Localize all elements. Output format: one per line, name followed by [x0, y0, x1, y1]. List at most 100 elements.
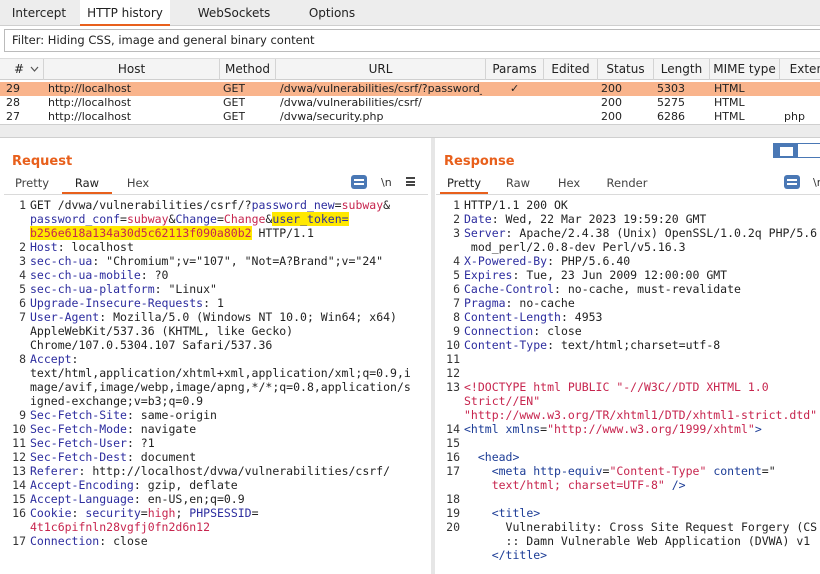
response-line: 15: [438, 436, 820, 450]
request-line: igned-exchange;v=b3;q=0.9: [4, 394, 428, 408]
column-header-number[interactable]: #: [0, 59, 44, 80]
code-token: : PHP/5.6.40: [547, 254, 631, 268]
code-token: PHPSESSID: [189, 506, 252, 520]
line-number: 17: [446, 464, 460, 478]
code-token: : no-cache, must-revalidate: [554, 282, 741, 296]
code-token: subway: [126, 212, 169, 226]
code-token: <head>: [477, 450, 520, 464]
row-length: 5303: [657, 82, 685, 95]
request-tab-raw[interactable]: Raw: [62, 172, 112, 194]
code-token: : document: [126, 450, 197, 464]
response-newline-toggle[interactable]: \n: [813, 176, 820, 189]
request-line: password_conf=subway&Change=Change&user_…: [4, 212, 428, 226]
code-token: Cache-Control: [464, 282, 555, 296]
tab-options[interactable]: Options: [302, 0, 362, 26]
column-header-extension[interactable]: Extens: [780, 59, 820, 80]
line-number: 10: [12, 422, 26, 436]
column-header-status[interactable]: Status: [598, 59, 654, 80]
response-line: 19 <title>: [438, 506, 820, 520]
line-number: 3: [453, 226, 460, 240]
row-host: http://localhost: [48, 110, 132, 122]
response-tab-render[interactable]: Render: [598, 172, 656, 194]
request-line: 7 User-Agent: Mozilla/5.0 (Windows NT 10.…: [4, 310, 428, 324]
request-newline-toggle[interactable]: \n: [381, 176, 392, 189]
column-header-mime-type[interactable]: MIME type: [710, 59, 780, 80]
row-method: GET: [223, 110, 246, 122]
code-token: />: [664, 478, 686, 492]
response-line: 8 Content-Length: 4953: [438, 310, 820, 324]
split-view-icon[interactable]: [774, 144, 798, 157]
request-line: mage/avif,image/webp,image/apng,*/*;q=0.…: [4, 380, 428, 394]
vertical-splitter[interactable]: [431, 138, 435, 574]
history-table-header: # Host Method URL Params Edited Status L…: [0, 58, 820, 80]
row-mime: HTML: [714, 82, 745, 95]
column-header-params[interactable]: Params: [486, 59, 544, 80]
code-token: Change: [175, 212, 217, 226]
response-tab-hex[interactable]: Hex: [548, 172, 590, 194]
request-word-wrap-icon[interactable]: [351, 175, 367, 189]
code-token: sec-ch-ua-platform: [30, 282, 155, 296]
line-number: 6: [19, 296, 26, 310]
code-token: : same-origin: [126, 408, 217, 422]
row-length: 5275: [657, 96, 685, 109]
code-token: : 1: [203, 296, 224, 310]
row-method: GET: [223, 82, 246, 95]
column-header-method[interactable]: Method: [220, 59, 276, 80]
response-word-wrap-icon[interactable]: [784, 175, 800, 189]
code-token: >: [754, 422, 762, 436]
row-number: 28: [6, 96, 20, 109]
response-line: "http://www.w3.org/TR/xhtml1/DTD/xhtml1-…: [438, 408, 820, 422]
line-number: 8: [453, 310, 460, 324]
row-url: /dvwa/vulnerabilities/csrf/?password_n..…: [280, 82, 482, 95]
line-number: 9: [453, 324, 460, 338]
column-header-host[interactable]: Host: [44, 59, 220, 80]
line-number: 20: [446, 520, 460, 534]
response-line: 11: [438, 352, 820, 366]
tab-websockets-history[interactable]: WebSockets history: [178, 0, 290, 46]
response-line: 20 Vulnerability: Cross Site Request For…: [438, 520, 820, 534]
tab-http-history[interactable]: HTTP history: [80, 0, 170, 26]
code-token: =": [761, 464, 776, 478]
code-token: HTTP/1.1: [251, 226, 314, 240]
response-editor[interactable]: 1 HTTP/1.1 200 OK 2 Date: Wed, 22 Mar 2023 …: [438, 198, 820, 574]
code-token: "http://www.w3.org/TR/xhtml1/DTD/xhtml1-…: [464, 408, 818, 422]
response-tab-raw[interactable]: Raw: [496, 172, 540, 194]
line-number: 12: [12, 450, 26, 464]
row-length: 6286: [657, 110, 685, 122]
code-token: GET /dvwa/vulnerabilities/csrf/?: [30, 198, 252, 212]
response-line: mod_perl/2.0.8-dev Perl/v5.16.3: [438, 240, 820, 254]
filter-bar[interactable]: Filter: Hiding CSS, image and general bi…: [4, 29, 820, 52]
request-tab-pretty[interactable]: Pretty: [8, 172, 56, 194]
tab-intercept[interactable]: Intercept: [6, 0, 72, 26]
horizontal-splitter[interactable]: [0, 124, 820, 138]
code-token: Connection: [30, 534, 100, 548]
line-number: 14: [446, 422, 460, 436]
request-line: 11 Sec-Fetch-User: ?1: [4, 436, 428, 450]
line-number: 4: [19, 268, 26, 282]
column-header-edited[interactable]: Edited: [544, 59, 598, 80]
code-token: <meta: [491, 464, 534, 478]
response-tab-pretty[interactable]: Pretty: [440, 172, 488, 194]
line-number: 5: [453, 268, 460, 282]
line-number: 4: [453, 254, 460, 268]
code-token: =: [216, 212, 224, 226]
code-token: 4t1c6pifnln28vgfj0fn2d6n12: [30, 520, 211, 534]
request-line: 16 Cookie: security=high; PHPSESSID=: [4, 506, 428, 520]
code-token: Sec-Fetch-Site: [30, 408, 127, 422]
request-editor[interactable]: 1 GET /dvwa/vulnerabilities/csrf/?passwor…: [4, 198, 428, 574]
request-tab-hex[interactable]: Hex: [118, 172, 158, 194]
table-row[interactable]: 28 http://localhost GET /dvwa/vulnerabil…: [0, 96, 820, 110]
code-token: password_new: [251, 198, 335, 212]
code-token: Sec-Fetch-User: [30, 436, 127, 450]
layout-toggle[interactable]: [773, 143, 820, 158]
request-menu-icon[interactable]: [406, 177, 415, 186]
column-header-url[interactable]: URL: [276, 59, 486, 80]
code-token: "http://www.w3.org/1999/xhtml": [547, 422, 755, 436]
column-header-length[interactable]: Length: [654, 59, 710, 80]
response-line: 16 <head>: [438, 450, 820, 464]
table-row[interactable]: 29 http://localhost GET /dvwa/vulnerabil…: [0, 82, 820, 96]
table-row[interactable]: 27 http://localhost GET /dvwa/security.p…: [0, 110, 820, 122]
code-token: Expires: [464, 268, 513, 282]
row-status: 200: [601, 110, 622, 122]
code-token: content: [713, 464, 762, 478]
